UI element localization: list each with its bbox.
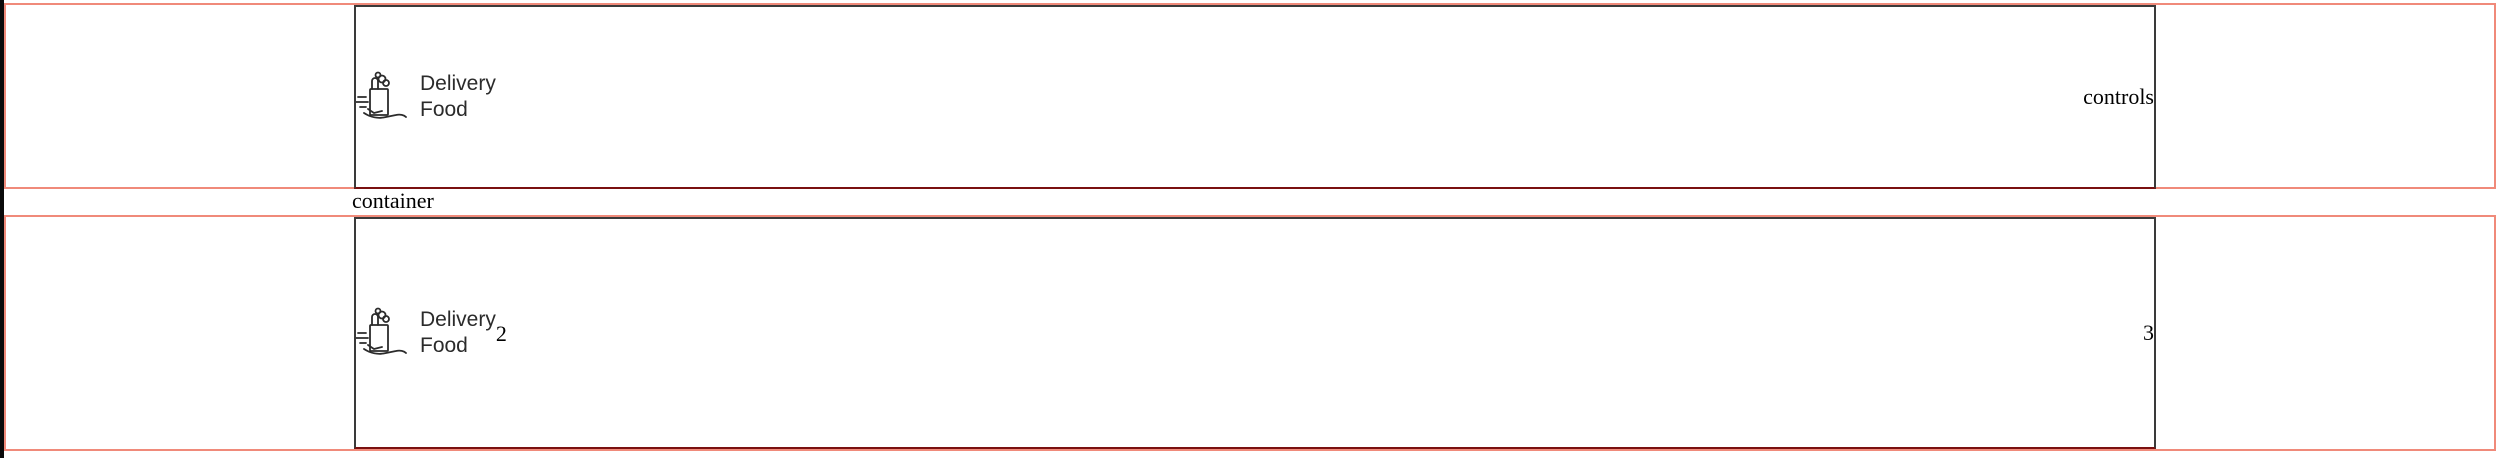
logo[interactable]: Delivery Food: [356, 67, 496, 127]
header-container: Delivery Food controls: [354, 5, 2156, 189]
food-bag-delivery-icon: [356, 71, 407, 119]
item-3: 3: [2143, 320, 2154, 345]
controls-label: controls: [2083, 84, 2154, 109]
logo-line1: Delivery: [420, 72, 496, 95]
second-band: Delivery Food 2 3: [4, 215, 2496, 451]
header-band: Delivery Food controls: [4, 3, 2496, 189]
second-container: Delivery Food 2 3: [354, 217, 2156, 449]
item-2: 2: [495, 321, 507, 346]
logo-line2: Food: [420, 334, 468, 357]
logo-line1: Delivery: [420, 308, 496, 331]
container-label: container: [352, 188, 434, 213]
logo-text: Delivery Food: [420, 71, 496, 123]
logo-line2: Food: [420, 98, 468, 121]
food-bag-delivery-icon: [356, 307, 407, 355]
logo-2[interactable]: Delivery Food: [356, 303, 496, 363]
logo-text-2: Delivery Food: [420, 307, 496, 359]
